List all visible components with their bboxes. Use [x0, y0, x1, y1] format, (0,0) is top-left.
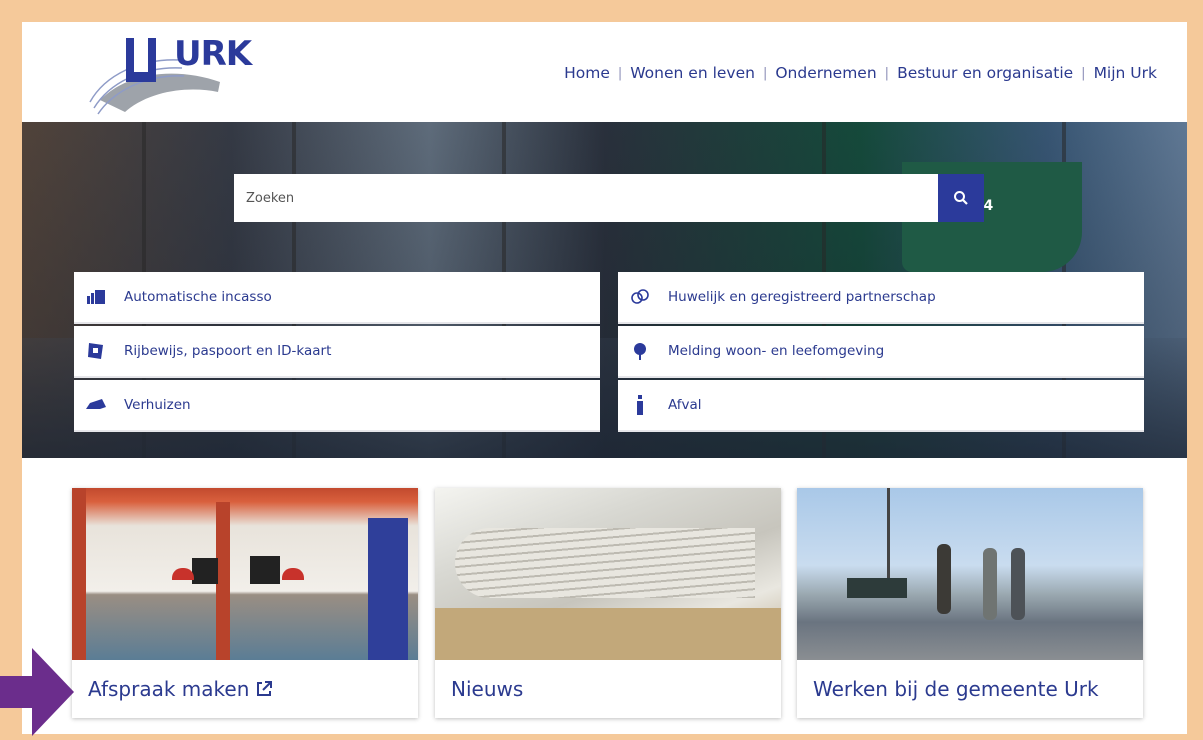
- pointer-arrow-icon: [0, 648, 74, 736]
- nav-home[interactable]: Home: [564, 64, 610, 82]
- quick-link-label: Huwelijk en geregistreerd partnerschap: [668, 289, 936, 305]
- external-link-icon: [257, 681, 273, 696]
- card-image-newspaper: [435, 488, 781, 660]
- quick-link-automatische-incasso[interactable]: Automatische incasso: [74, 272, 600, 324]
- rings-icon: [630, 287, 650, 307]
- card-afspraak-maken[interactable]: Afspraak maken: [72, 488, 418, 718]
- tree-icon: [630, 341, 650, 361]
- quick-link-rijbewijs[interactable]: Rijbewijs, paspoort en ID-kaart: [74, 326, 600, 378]
- id-card-icon: [86, 341, 106, 361]
- waste-bin-icon: [630, 395, 650, 415]
- urk-logo[interactable]: URK: [70, 30, 252, 116]
- search-icon: [954, 191, 968, 205]
- main-nav: Home | Wonen en leven | Ondernemen | Bes…: [564, 64, 1157, 82]
- quick-link-label: Verhuizen: [124, 397, 191, 413]
- nav-separator: |: [617, 65, 623, 81]
- quick-link-huwelijk[interactable]: Huwelijk en geregistreerd partnerschap: [618, 272, 1144, 324]
- logo-word: URK: [174, 34, 252, 74]
- quick-link-melding[interactable]: Melding woon- en leefomgeving: [618, 326, 1144, 378]
- search-button[interactable]: [938, 174, 984, 222]
- card-label: Werken bij de gemeente Urk: [813, 677, 1099, 701]
- card-caption: Afspraak maken: [72, 660, 418, 718]
- card-image-harbor: [797, 488, 1143, 660]
- card-caption: Nieuws: [435, 660, 781, 718]
- nav-mijn-urk[interactable]: Mijn Urk: [1094, 64, 1157, 82]
- hero-banner: 114 Automatische incasso Huwelijk en ge: [22, 122, 1187, 458]
- moving-truck-icon: [86, 395, 106, 415]
- quick-link-label: Rijbewijs, paspoort en ID-kaart: [124, 343, 332, 359]
- nav-separator: |: [1081, 65, 1086, 81]
- quick-link-verhuizen[interactable]: Verhuizen: [74, 380, 600, 432]
- card-label: Afspraak maken: [88, 677, 250, 701]
- nav-wonen-en-leven[interactable]: Wonen en leven: [630, 64, 755, 82]
- card-caption: Werken bij de gemeente Urk: [797, 660, 1143, 718]
- nav-separator: |: [762, 65, 768, 81]
- quick-link-afval[interactable]: Afval: [618, 380, 1144, 432]
- quick-link-label: Afval: [668, 397, 702, 413]
- card-label: Nieuws: [451, 677, 524, 701]
- search-bar: [234, 174, 984, 222]
- nav-ondernemen[interactable]: Ondernemen: [775, 64, 876, 82]
- nav-bestuur-en-organisatie[interactable]: Bestuur en organisatie: [897, 64, 1073, 82]
- page: URK Home | Wonen en leven | Ondernemen |…: [22, 22, 1187, 734]
- card-image-office: [72, 488, 418, 660]
- nav-separator: |: [884, 65, 890, 81]
- quick-link-label: Automatische incasso: [124, 289, 272, 305]
- search-input[interactable]: [234, 175, 938, 221]
- bank-icon: [86, 287, 106, 307]
- card-nieuws[interactable]: Nieuws: [435, 488, 781, 718]
- quick-link-label: Melding woon- en leefomgeving: [668, 343, 885, 359]
- card-werken-bij[interactable]: Werken bij de gemeente Urk: [797, 488, 1143, 718]
- site-header: URK Home | Wonen en leven | Ondernemen |…: [22, 22, 1187, 122]
